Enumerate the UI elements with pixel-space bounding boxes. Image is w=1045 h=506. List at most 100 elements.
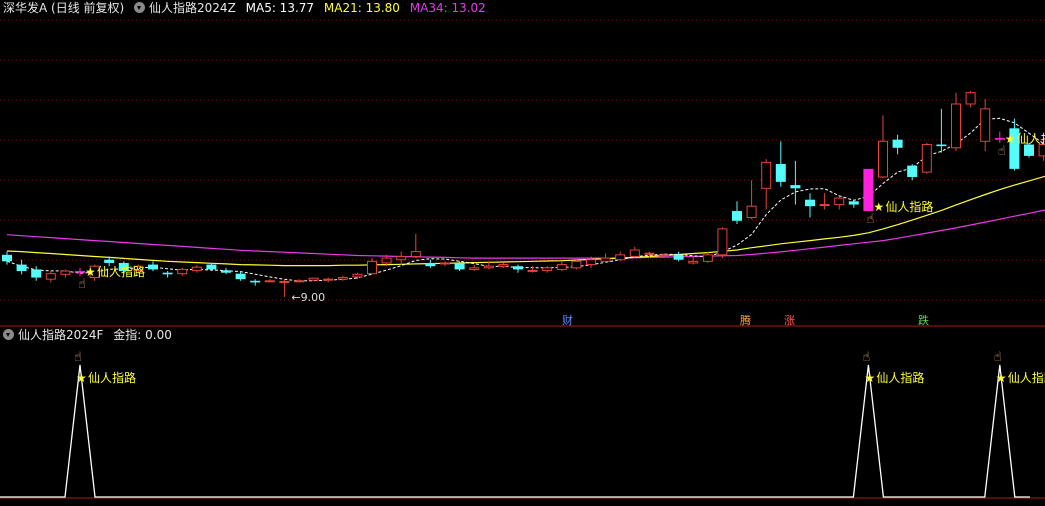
pointer-hand-icon: ☝ [994,350,1002,365]
candle-body [819,204,830,207]
candle-body [381,257,392,264]
star-icon: ★ [996,371,1007,385]
candle-body [148,264,158,270]
candle-body [542,267,553,271]
chart-stage: ☝★仙人指路☝★仙人指路☝★仙人指路←17.16←9.00财腾涨跌☝★仙人指路☝… [0,0,1045,506]
candle-body [878,140,888,178]
candle-body [16,264,27,272]
ma21-readout: MA21: 13.80 [323,1,400,15]
candle-body [177,268,188,275]
price-chart: ☝★仙人指路☝★仙人指路☝★仙人指路←17.16←9.00财腾涨跌☝★仙人指路☝… [0,19,1045,499]
event-tag: 腾 [740,313,751,327]
candle-body [221,270,231,273]
dropdown-circle-icon[interactable] [134,2,146,13]
candle-body [921,144,932,173]
stock-title[interactable]: 深华发A (日线 前复权) [3,1,124,15]
candle-body [264,280,275,283]
sub-header: 仙人指路2024F 金指: 0.00 [0,327,178,343]
candle-body [702,254,713,262]
candle-body [688,260,699,264]
star-icon: ★ [85,265,96,279]
candle-body [31,269,42,278]
ma5-line [6,117,1045,282]
candle-body [352,273,363,278]
star-icon: ★ [873,200,884,214]
candle-body [235,273,246,280]
star-icon: ★ [864,371,875,385]
indicator-name: 仙人指路2024Z [149,1,236,15]
candle-body [571,260,582,269]
candle-body [454,262,465,270]
candle-body [556,264,567,270]
candle-body [994,138,1005,140]
candle-body [848,201,859,205]
candle-body [586,259,596,266]
candle-body [775,164,786,182]
candle-body [717,228,728,256]
pointer-hand-icon: ☝ [866,212,874,227]
candle-body [513,266,523,270]
candle-body [980,108,991,142]
candle-body [469,267,480,270]
low-label: ←9.00 [291,291,325,304]
candle-body [629,249,640,257]
candle-body [425,262,436,267]
candle-body [1038,144,1045,157]
candle-body [805,199,815,207]
sub-indicator-menu[interactable]: 仙人指路2024F [3,328,103,342]
candle-body [498,264,509,267]
candle-body [936,144,947,147]
signal-label: 仙人指路 [876,370,924,385]
candle-body [410,251,421,257]
candle-body [527,269,538,272]
candle-body [396,255,407,261]
candle-body [367,260,377,275]
signal-label: 仙人指路 [88,370,136,385]
candle-body [907,165,918,177]
signal-label: 仙人指路 [885,199,933,214]
candle-body [45,273,56,280]
signal-label: 仙人指路 [1017,131,1045,146]
candle-body [834,197,845,206]
candle-body [951,103,961,149]
pointer-hand-icon: ☝ [74,350,82,365]
event-tag: 跌 [918,313,929,327]
candle-body [294,280,304,283]
ma5-readout: MA5: 13.77 [245,1,315,15]
candle-body [965,92,976,105]
ma34-readout: MA34: 13.02 [409,1,486,15]
candle-body [615,254,626,261]
candle-body [673,254,684,260]
candle-body [746,205,757,219]
indicator-menu[interactable]: 仙人指路2024Z [134,1,236,15]
ma34-line [6,209,1045,259]
signal-label: 仙人指路 [1008,370,1045,385]
dropdown-circle-icon[interactable] [3,329,14,340]
pointer-hand-icon: ☝ [78,277,86,292]
star-icon: ★ [76,371,87,385]
candle-body [60,270,71,275]
candle-body [644,252,655,255]
candle-body [162,272,173,275]
event-tag: 涨 [784,314,795,327]
pointer-hand-icon: ☝ [862,350,870,365]
candle-body [790,185,801,189]
sub-indicator-name: 仙人指路2024F [18,328,104,342]
star-icon: ★ [1005,132,1016,146]
candle-body [337,277,348,280]
event-tag: 财 [562,313,573,327]
candle-body [761,161,772,189]
candle-body [863,168,874,212]
candle-body [2,254,12,262]
candle-body [440,262,450,265]
candle-body [191,266,202,271]
candle-body [206,264,217,270]
signal-label: 仙人指路 [97,264,145,279]
candle-body [659,254,669,257]
candle-body [732,211,742,221]
candle-body [75,271,85,273]
main-header: 深华发A (日线 前复权) 仙人指路2024Z MA5: 13.77 MA21:… [0,0,492,16]
pointer-hand-icon: ☝ [998,144,1006,159]
sub-value-readout: 金指: 0.00 [113,328,172,342]
candle-body [308,277,319,281]
